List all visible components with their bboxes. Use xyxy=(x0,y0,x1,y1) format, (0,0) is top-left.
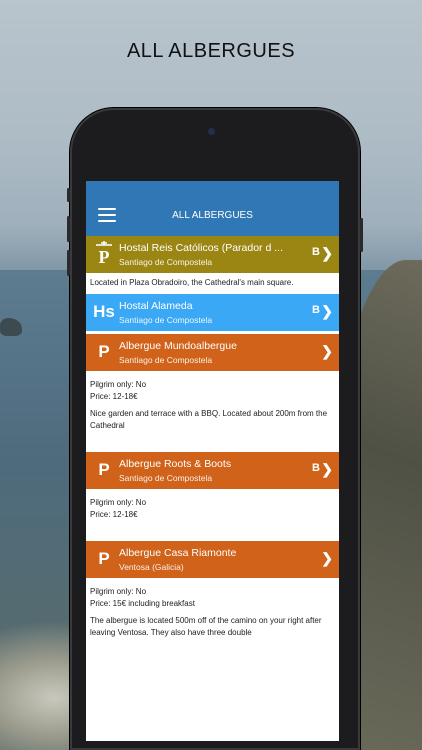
item-name: Albergue Mundoalbergue xyxy=(119,340,237,352)
price: Price: 15€ including breakfast xyxy=(90,598,195,608)
item-description: Nice garden and terrace with a BBQ. Loca… xyxy=(90,409,328,430)
volume-down-button xyxy=(67,250,70,276)
list-item[interactable]: Hs Hostal Alameda Santiago de Compostela… xyxy=(86,294,339,331)
rock-islet xyxy=(0,318,22,336)
power-button xyxy=(360,218,363,252)
item-details: Pilgrim only: No Price: 12-18€ Nice gard… xyxy=(86,371,339,452)
item-city: Santiago de Compostela xyxy=(119,315,213,325)
chevron-right-icon: ❯ xyxy=(321,303,333,319)
item-details: Pilgrim only: No Price: 12-18€ xyxy=(86,489,339,541)
item-description: Located in Plaza Obradoiro, the Cathedra… xyxy=(90,278,294,287)
item-details: Located in Plaza Obradoiro, the Cathedra… xyxy=(86,273,339,294)
pilgrim-only: Pilgrim only: No xyxy=(90,587,147,596)
chevron-right-icon: ❯ xyxy=(321,550,333,566)
mute-switch xyxy=(67,188,70,202)
albergue-logo-icon: P xyxy=(98,549,110,568)
chevron-right-icon: ❯ xyxy=(321,343,333,359)
nav-bar: ALL ALBERGUES xyxy=(86,181,339,236)
page-heading: ALL ALBERGUES xyxy=(126,40,296,62)
svg-text:P: P xyxy=(99,247,110,267)
phone-frame: ALL ALBERGUES P Hostal Reis Católicos (P… xyxy=(67,108,363,750)
albergue-logo-icon: P xyxy=(98,460,110,479)
chevron-right-icon: ❯ xyxy=(321,461,333,477)
booking-badge: B xyxy=(312,462,320,474)
chevron-right-icon: ❯ xyxy=(321,245,333,261)
item-city: Ventosa (Galicia) xyxy=(119,562,184,572)
item-name: Albergue Roots & Boots xyxy=(119,458,232,470)
item-city: Santiago de Compostela xyxy=(119,257,213,267)
camera-icon xyxy=(208,128,215,135)
item-name: Hostal Reis Católicos (Parador d ... xyxy=(119,242,283,254)
price: Price: 12-18€ xyxy=(90,391,138,401)
item-city: Santiago de Compostela xyxy=(119,473,213,483)
item-city: Santiago de Compostela xyxy=(119,355,213,365)
booking-badge: B xyxy=(312,246,320,258)
item-name: Hostal Alameda xyxy=(119,300,193,312)
booking-badge: B xyxy=(312,304,320,316)
app-screen: ALL ALBERGUES P Hostal Reis Católicos (P… xyxy=(86,181,339,741)
albergue-logo-icon: P xyxy=(98,342,110,361)
list-item[interactable]: P Hostal Reis Católicos (Parador d ... S… xyxy=(86,236,339,273)
nav-title: ALL ALBERGUES xyxy=(172,210,253,221)
item-details: Pilgrim only: No Price: 15€ including br… xyxy=(86,578,339,638)
parador-logo-icon: P xyxy=(92,240,116,268)
item-description: The albergue is located 500m off of the … xyxy=(90,616,322,637)
list-item[interactable]: P Albergue Roots & Boots Santiago de Com… xyxy=(86,452,339,489)
item-name: Albergue Casa Riamonte xyxy=(119,547,237,559)
list-item[interactable]: P Albergue Casa Riamonte Ventosa (Galici… xyxy=(86,541,339,578)
hostal-logo-icon: Hs xyxy=(93,302,115,321)
list-item[interactable]: P Albergue Mundoalbergue Santiago de Com… xyxy=(86,334,339,371)
volume-up-button xyxy=(67,216,70,242)
pilgrim-only: Pilgrim only: No xyxy=(90,380,147,389)
pilgrim-only: Pilgrim only: No xyxy=(90,498,147,507)
price: Price: 12-18€ xyxy=(90,509,138,519)
